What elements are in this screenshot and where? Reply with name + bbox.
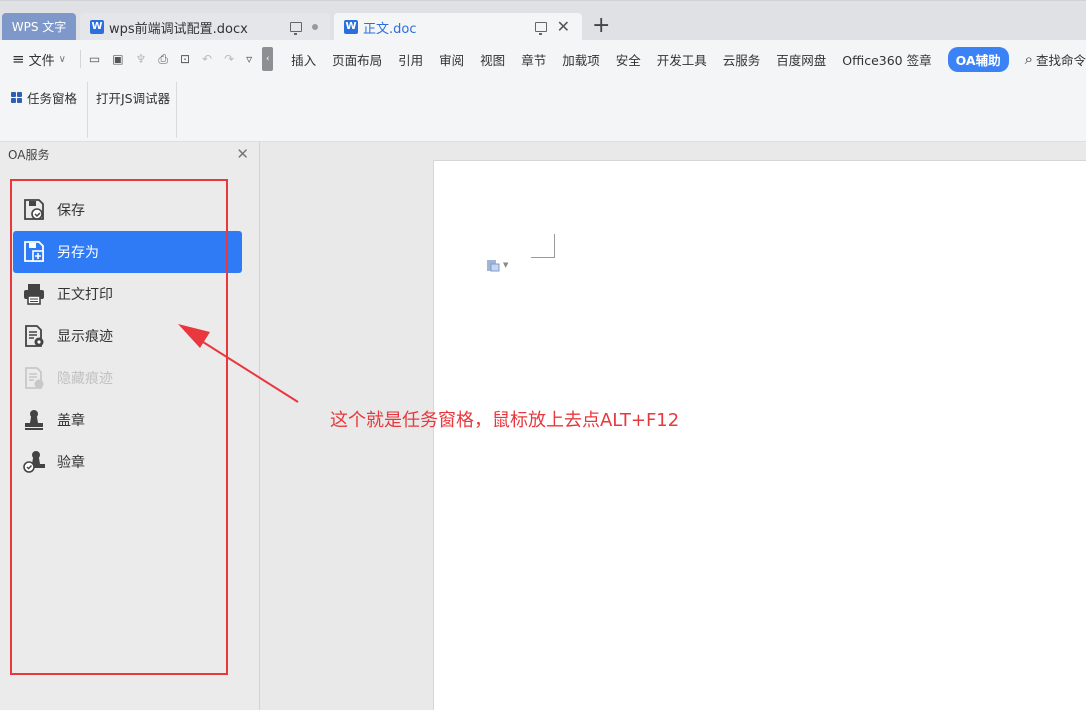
- quick-access-toolbar: ▭ ▣ ♆ ⎙ ⊡ ↶ ↷ ▿: [79, 50, 252, 68]
- customize-icon[interactable]: ▿: [246, 52, 252, 66]
- hamburger-icon: ≡: [12, 50, 25, 68]
- margin-corner-mark: [531, 234, 555, 258]
- format-painter-icon[interactable]: ♆: [136, 52, 147, 66]
- menu-office360-sign[interactable]: Office360 签章: [842, 50, 931, 69]
- doc-tab-2[interactable]: W 正文.doc ✕: [334, 13, 582, 41]
- search-command[interactable]: ⌕ 查找命令: [1025, 50, 1086, 69]
- paste-options-button[interactable]: ▼: [486, 258, 508, 272]
- close-icon[interactable]: ✕: [557, 19, 570, 35]
- search-icon: ⌕: [1024, 50, 1033, 68]
- menu-items: 插入 页面布局 引用 审阅 视图 章节 加载项 安全 开发工具 云服务 百度网盘…: [291, 46, 1024, 72]
- chevron-down-icon: ∨: [58, 53, 66, 65]
- print-preview-icon[interactable]: ⊡: [180, 52, 190, 66]
- undo-icon[interactable]: ↶: [202, 52, 212, 66]
- js-debugger-label: 打开JS调试器: [96, 91, 171, 106]
- chevron-down-icon: ▼: [503, 261, 509, 269]
- open-js-debugger-button[interactable]: 打开JS调试器: [96, 88, 170, 107]
- menu-security[interactable]: 安全: [616, 50, 641, 69]
- task-pane: OA服务 ✕ 保存 另存为 正文打印 显示痕迹 隐藏痕迹 盖章 验章: [0, 142, 260, 710]
- task-pane-header: OA服务 ✕: [0, 142, 259, 166]
- file-menu-label: 文件: [28, 53, 55, 69]
- save-icon[interactable]: ▣: [112, 52, 123, 66]
- print-icon[interactable]: ⎙: [158, 52, 168, 67]
- tab-bar: WPS 文字 W wps前端调试配置.docx W 正文.doc ✕ +: [0, 0, 1086, 41]
- menu-bar: ≡ 文件 ∨ ▭ ▣ ♆ ⎙ ⊡ ↶ ↷ ▿ ‹ 插入 页面布局 引用 审阅 视…: [0, 40, 1086, 78]
- menu-baidu-disk[interactable]: 百度网盘: [776, 50, 826, 69]
- search-command-label: 查找命令: [1035, 52, 1086, 68]
- tab-oa-assist[interactable]: OA辅助: [947, 46, 1009, 72]
- menu-developer[interactable]: 开发工具: [657, 50, 707, 69]
- menu-page-layout[interactable]: 页面布局: [332, 50, 382, 69]
- menu-view[interactable]: 视图: [480, 50, 505, 69]
- annotation-highlight-box: [10, 179, 228, 675]
- menu-review[interactable]: 审阅: [439, 50, 464, 69]
- menu-references[interactable]: 引用: [398, 50, 423, 69]
- collapse-ribbon-button[interactable]: ‹: [262, 47, 274, 71]
- task-pane-title: OA服务: [8, 147, 50, 162]
- app-tab[interactable]: WPS 文字: [2, 13, 76, 41]
- doc-tab-label: 正文.doc: [363, 21, 417, 37]
- menu-chapter[interactable]: 章节: [521, 50, 546, 69]
- new-tab-button[interactable]: +: [592, 15, 610, 37]
- menu-insert[interactable]: 插入: [291, 50, 316, 69]
- document-page[interactable]: ▼: [433, 160, 1086, 710]
- redo-icon[interactable]: ↷: [224, 52, 234, 66]
- paste-icon: [487, 260, 500, 272]
- grid-icon: [11, 92, 22, 103]
- doc-tab-label: wps前端调试配置.docx: [109, 21, 248, 37]
- monitor-icon: [534, 22, 547, 35]
- monitor-icon: [290, 22, 302, 35]
- menu-addins[interactable]: 加载项: [562, 50, 600, 69]
- file-menu[interactable]: ≡ 文件 ∨: [12, 50, 66, 69]
- task-pane-label: 任务窗格: [27, 91, 78, 106]
- word-doc-icon: W: [344, 20, 358, 34]
- menu-cloud[interactable]: 云服务: [723, 50, 761, 69]
- ribbon-divider: [176, 82, 177, 138]
- unsaved-dot-icon: [312, 24, 318, 30]
- ribbon-divider: [87, 82, 88, 138]
- task-pane-button[interactable]: 任务窗格: [11, 88, 77, 107]
- open-icon[interactable]: ▭: [89, 52, 100, 66]
- ribbon: 任务窗格 打开JS调试器: [0, 78, 1086, 142]
- doc-tab-1[interactable]: W wps前端调试配置.docx: [80, 13, 330, 41]
- annotation-text: 这个就是任务窗格，鼠标放上去点ALT+F12: [330, 410, 680, 431]
- word-doc-icon: W: [90, 20, 104, 34]
- close-icon[interactable]: ✕: [236, 146, 249, 162]
